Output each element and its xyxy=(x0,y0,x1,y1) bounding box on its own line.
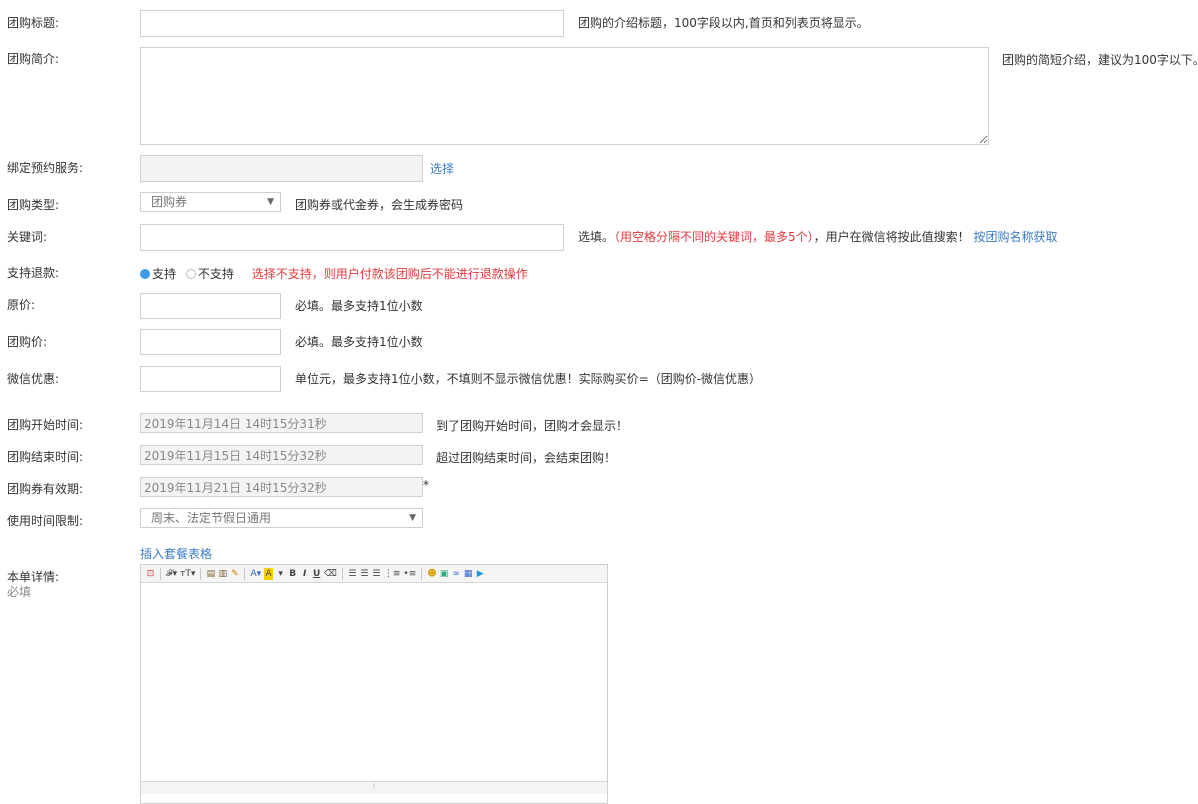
unordered-list-icon[interactable]: •≡ xyxy=(403,568,416,580)
wechat-discount-label: 微信优惠: xyxy=(7,372,60,386)
time-limit-label: 使用时间限制: xyxy=(7,514,84,528)
start-time-hint: 到了团购开始时间，团购才会显示！ xyxy=(436,419,629,433)
valid-until-field[interactable]: 2019年11月21日 14时15分32秒 xyxy=(140,477,423,497)
details-required-note: 必填 xyxy=(7,585,32,599)
toolbar-divider xyxy=(244,567,246,580)
intro-hint: 团购的简短介绍，建议为100字以下。 xyxy=(1002,53,1198,67)
font-family-icon[interactable]: 𝓕▾ xyxy=(166,568,177,580)
type-hint: 团购券或代金券，会生成券密码 xyxy=(295,198,464,212)
end-time-field[interactable]: 2019年11月15日 14时15分32秒 xyxy=(140,445,423,465)
toolbar-divider xyxy=(160,567,161,580)
remove-format-icon[interactable]: ⌫ xyxy=(324,568,337,580)
bold-icon[interactable]: B xyxy=(288,568,297,580)
start-time-field[interactable]: 2019年11月14日 14时15分31秒 xyxy=(140,413,423,433)
font-size-icon[interactable]: тT▾ xyxy=(180,568,195,580)
refund-yes-label: 支持 xyxy=(152,267,177,281)
paste-icon[interactable]: ▤ xyxy=(206,568,216,580)
keywords-label: 关键词: xyxy=(7,230,48,244)
background-color-icon[interactable]: A xyxy=(264,567,274,580)
end-time-label: 团购结束时间: xyxy=(7,450,84,464)
group-price-input[interactable] xyxy=(140,329,281,355)
italic-icon[interactable]: I xyxy=(300,568,309,580)
table-icon[interactable]: ▦ xyxy=(464,568,473,580)
type-select[interactable]: 团购券 ▼ xyxy=(140,192,281,212)
video-icon[interactable]: ▶ xyxy=(476,568,485,580)
resize-grip-icon: ⁝ xyxy=(372,782,376,791)
editor-toolbar: ⊡ 𝓕▾ тT▾ ▤ ▥ ✎ A▾ A ▾ B I U ⌫ ☰ ☰ ☰ ⋮≡ •≡… xyxy=(141,565,607,583)
booking-field xyxy=(140,155,423,182)
radio-unchecked-icon xyxy=(185,269,196,279)
chevron-down-icon: ▼ xyxy=(409,513,416,523)
paste-text-icon[interactable]: ▥ xyxy=(218,568,228,580)
original-price-input[interactable] xyxy=(140,293,281,319)
insert-table-link[interactable]: 插入套餐表格 xyxy=(140,545,212,562)
group-price-label: 团购价: xyxy=(7,335,48,349)
group-price-hint: 必填。最多支持1位小数 xyxy=(295,335,423,349)
refund-no-radio[interactable]: 不支持 xyxy=(185,267,234,281)
radio-checked-icon xyxy=(140,269,150,279)
wechat-discount-input[interactable] xyxy=(140,366,281,392)
original-price-hint: 必填。最多支持1位小数 xyxy=(295,299,423,313)
end-time-hint: 超过团购结束时间，会结束团购！ xyxy=(436,451,617,465)
intro-label: 团购简介: xyxy=(7,52,60,66)
link-icon[interactable]: ∞ xyxy=(452,568,461,580)
time-limit-select-value: 周末、法定节假日通用 xyxy=(151,511,272,525)
keywords-hint-prefix: 选填。 xyxy=(578,230,615,244)
refund-no-label: 不支持 xyxy=(197,267,234,281)
refund-label: 支持退款: xyxy=(7,266,60,280)
type-label: 团购类型: xyxy=(7,198,60,212)
valid-until-label: 团购券有效期: xyxy=(7,482,84,496)
original-price-label: 原价: xyxy=(7,298,36,312)
editor-resize-handle[interactable]: ⁝ xyxy=(141,781,607,794)
toolbar-divider xyxy=(200,567,202,580)
underline-icon[interactable]: U xyxy=(312,568,321,580)
format-brush-icon[interactable]: ✎ xyxy=(230,568,239,580)
keywords-hint: 选填。（用空格分隔不同的关键词，最多5个），用户在微信将按此值搜索！ 按团购名称… xyxy=(578,228,1058,245)
image-icon[interactable]: ▣ xyxy=(440,568,449,580)
rich-text-editor: ⊡ 𝓕▾ тT▾ ▤ ▥ ✎ A▾ A ▾ B I U ⌫ ☰ ☰ ☰ ⋮≡ •≡… xyxy=(140,564,608,804)
title-hint: 团购的介绍标题，100字段以内,首页和列表页将显示。 xyxy=(578,16,869,30)
keywords-input[interactable] xyxy=(140,224,564,251)
toolbar-divider xyxy=(421,567,423,580)
refund-options: 支持 不支持 选择不支持，则用户付款该团购后不能进行退款操作 xyxy=(140,265,528,282)
ordered-list-icon[interactable]: ⋮≡ xyxy=(384,568,401,580)
booking-select-link[interactable]: 选择 xyxy=(430,160,454,177)
refund-yes-radio[interactable]: 支持 xyxy=(140,267,176,281)
title-label: 团购标题: xyxy=(7,16,60,30)
keywords-hint-suffix: ，用户在微信将按此值搜索！ xyxy=(813,230,970,244)
emoticon-icon[interactable]: ☻ xyxy=(427,568,436,580)
font-color-icon[interactable]: A▾ xyxy=(250,568,261,580)
title-input[interactable] xyxy=(140,10,564,37)
intro-textarea[interactable] xyxy=(140,47,989,145)
align-left-icon[interactable]: ☰ xyxy=(348,568,357,580)
toolbar-divider xyxy=(341,567,343,580)
valid-until-required-mark: * xyxy=(423,478,429,492)
align-center-icon[interactable]: ☰ xyxy=(360,568,369,580)
chevron-down-icon[interactable]: ▾ xyxy=(276,568,285,580)
source-icon[interactable]: ⊡ xyxy=(146,568,155,580)
align-right-icon[interactable]: ☰ xyxy=(372,568,381,580)
time-limit-select[interactable]: 周末、法定节假日通用 ▼ xyxy=(140,508,423,528)
type-select-value: 团购券 xyxy=(151,195,188,209)
chevron-down-icon: ▼ xyxy=(267,197,274,207)
keywords-fetch-link[interactable]: 按团购名称获取 xyxy=(974,230,1058,244)
keywords-hint-red: （用空格分隔不同的关键词，最多5个） xyxy=(614,230,814,244)
start-time-label: 团购开始时间: xyxy=(7,418,84,432)
booking-label: 绑定预约服务: xyxy=(7,161,84,175)
editor-content-area[interactable] xyxy=(141,583,607,781)
refund-warning: 选择不支持，则用户付款该团购后不能进行退款操作 xyxy=(251,267,528,281)
wechat-discount-hint: 单位元，最多支持1位小数，不填则不显示微信优惠！实际购买价=（团购价-微信优惠） xyxy=(295,372,762,386)
